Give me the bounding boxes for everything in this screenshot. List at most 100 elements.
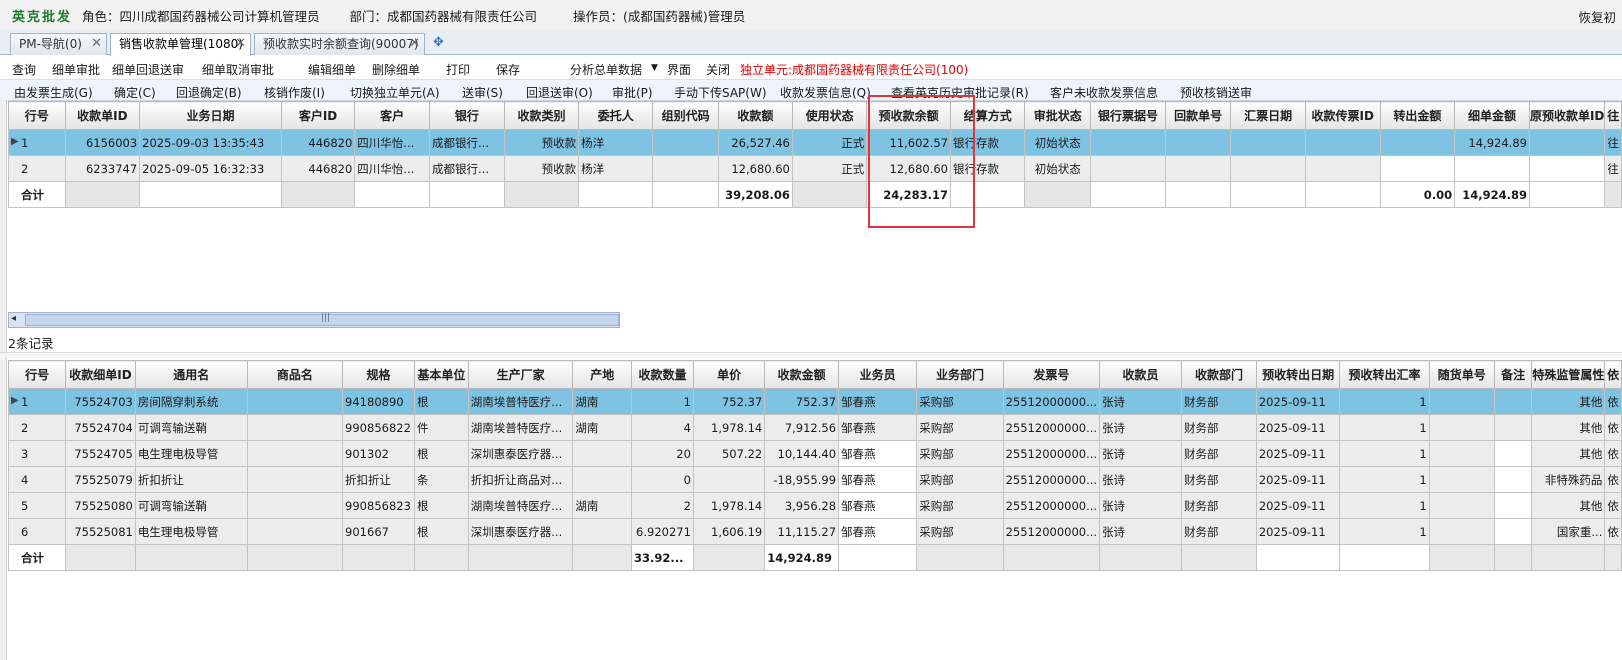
sales-dept-cell[interactable]: 采购部 bbox=[916, 440, 1004, 467]
special-attr-cell[interactable]: 国家重... bbox=[1531, 518, 1606, 545]
column-header[interactable]: 随货单号 bbox=[1428, 360, 1495, 389]
invoice-cell[interactable]: 25512000000... bbox=[1002, 440, 1101, 467]
remark-cell[interactable] bbox=[1493, 440, 1533, 467]
column-header[interactable]: 产地 bbox=[572, 360, 633, 389]
tab-sales-receipt[interactable]: 销售收款单管理(1080) ✕ bbox=[110, 33, 251, 56]
amount-cell[interactable]: 7,912.56 bbox=[764, 414, 840, 441]
salesman-cell[interactable]: 邹春燕 bbox=[838, 466, 918, 493]
unit-cell[interactable]: 件 bbox=[413, 414, 469, 441]
amount-cell[interactable]: 3,956.28 bbox=[764, 492, 840, 519]
column-header[interactable]: 收款额 bbox=[717, 101, 793, 130]
detail-amount-cell[interactable] bbox=[1454, 155, 1530, 182]
ship-no-cell[interactable] bbox=[1428, 492, 1495, 519]
column-header[interactable]: 收款员 bbox=[1099, 360, 1183, 389]
table-row[interactable]: ▶ 1 6156003 2025-09-03 13:35:43 446820 四川… bbox=[8, 129, 1622, 156]
special-attr-cell[interactable]: 其他 bbox=[1531, 388, 1606, 415]
close-icon[interactable]: ✕ bbox=[409, 34, 420, 54]
special-attr-cell[interactable]: 其他 bbox=[1531, 492, 1606, 519]
invoice-cell[interactable]: 25512000000... bbox=[1002, 518, 1101, 545]
origin-cell[interactable]: 湖南 bbox=[572, 492, 633, 519]
special-attr-cell[interactable]: 其他 bbox=[1531, 440, 1606, 467]
product-name-cell[interactable] bbox=[246, 440, 344, 467]
column-header[interactable]: 通用名 bbox=[134, 360, 248, 389]
column-header[interactable]: 收款数量 bbox=[631, 360, 694, 389]
voucher-id-cell[interactable] bbox=[1304, 129, 1381, 156]
table-row[interactable]: 3 75524705 电生理电极导管 901302 根深圳惠泰医疗器... 20 507.2… bbox=[7, 440, 1622, 467]
column-header[interactable]: 审批状态 bbox=[1024, 101, 1092, 130]
cashier-cell[interactable]: 张诗 bbox=[1099, 414, 1183, 441]
table-row[interactable]: 4 75525079 折扣折让 折扣折让条折扣折让商品对... 0 -18,955.99 邹… bbox=[7, 466, 1622, 493]
column-header[interactable]: 组别代码 bbox=[652, 101, 719, 130]
unit-cell[interactable]: 根 bbox=[413, 492, 469, 519]
column-header[interactable]: 特殊监管属性 bbox=[1531, 360, 1606, 389]
receipt-id-cell[interactable]: 6233747 bbox=[64, 155, 141, 182]
invoice-cell[interactable]: 25512000000... bbox=[1002, 414, 1101, 441]
customer-cell[interactable]: 四川华怡... bbox=[354, 155, 431, 182]
transfer-amount-cell[interactable] bbox=[1379, 129, 1456, 156]
detail-id-cell[interactable]: 75524705 bbox=[65, 440, 136, 467]
submit-review-button[interactable]: 送审(S) bbox=[462, 84, 503, 101]
table-row[interactable]: 6 75525081 电生理电极导管 901667 根深圳惠泰医疗器... 6.92027… bbox=[7, 518, 1622, 545]
origin-cell[interactable] bbox=[572, 518, 633, 545]
column-header[interactable]: 规格 bbox=[342, 360, 415, 389]
out-date-cell[interactable]: 2025-09-11 bbox=[1255, 388, 1341, 415]
out-date-cell[interactable]: 2025-09-11 bbox=[1255, 440, 1341, 467]
cashier-cell[interactable]: 张诗 bbox=[1099, 466, 1183, 493]
column-header[interactable]: 收款类别 bbox=[503, 101, 580, 130]
tab-pm-nav[interactable]: PM-导航(0) ✕ bbox=[10, 33, 107, 55]
bank-bill-cell[interactable] bbox=[1090, 129, 1166, 156]
prepay-balance-cell[interactable]: 12,680.60 bbox=[866, 155, 951, 182]
ship-no-cell[interactable] bbox=[1428, 414, 1495, 441]
detail-cancel-button[interactable]: 细单取消审批 bbox=[202, 61, 274, 78]
orig-id-cell[interactable] bbox=[1528, 155, 1606, 182]
product-name-cell[interactable] bbox=[246, 492, 344, 519]
maker-cell[interactable]: 湖南埃普特医疗... bbox=[467, 388, 574, 415]
cashier-dept-cell[interactable]: 财务部 bbox=[1181, 414, 1257, 441]
table-row[interactable]: 2 75524704 可调弯输送鞘 990856822 件湖南埃普特医疗... 湖南 4 1,… bbox=[7, 414, 1622, 441]
amount-cell[interactable]: 12,680.60 bbox=[717, 155, 793, 182]
maker-cell[interactable]: 湖南埃普特医疗... bbox=[467, 414, 574, 441]
switch-unit-button[interactable]: 切换独立单元(A) bbox=[350, 84, 440, 101]
bank-bill-cell[interactable] bbox=[1090, 155, 1166, 182]
maker-cell[interactable]: 深圳惠泰医疗器... bbox=[467, 440, 574, 467]
delete-detail-button[interactable]: 删除细单 bbox=[372, 61, 420, 78]
column-header[interactable]: 行号 bbox=[8, 101, 66, 130]
extra-cell[interactable]: 依 bbox=[1604, 440, 1622, 467]
column-header[interactable]: 委托人 bbox=[578, 101, 654, 130]
unit-cell[interactable]: 根 bbox=[413, 518, 469, 545]
amount-cell[interactable]: 10,144.40 bbox=[764, 440, 840, 467]
add-tab-icon[interactable]: ✥ bbox=[433, 35, 444, 50]
column-header[interactable]: 往 bbox=[1604, 101, 1622, 130]
column-header[interactable]: 使用状态 bbox=[791, 101, 868, 130]
column-header[interactable]: 转出金额 bbox=[1379, 101, 1456, 130]
column-header[interactable]: 收款部门 bbox=[1181, 360, 1257, 389]
close-button[interactable]: 关闭 bbox=[706, 61, 730, 78]
column-header[interactable]: 回款单号 bbox=[1164, 101, 1232, 130]
detail-amount-cell[interactable]: 14,924.89 bbox=[1454, 129, 1530, 156]
column-header[interactable]: 银行 bbox=[429, 101, 505, 130]
print-button[interactable]: 打印 bbox=[446, 61, 470, 78]
salesman-cell[interactable]: 邹春燕 bbox=[838, 388, 918, 415]
column-header[interactable]: 业务员 bbox=[838, 360, 918, 389]
column-header[interactable]: 行号 bbox=[7, 360, 67, 389]
cashier-dept-cell[interactable]: 财务部 bbox=[1181, 388, 1257, 415]
restore-button[interactable]: 恢复初 bbox=[1578, 7, 1616, 26]
detail-id-cell[interactable]: 75524704 bbox=[65, 414, 136, 441]
analysis-dropdown[interactable]: 分析总单数据 bbox=[570, 61, 642, 78]
column-header[interactable]: 收款单ID bbox=[64, 101, 141, 130]
column-header[interactable]: 业务日期 bbox=[139, 101, 282, 130]
quantity-cell[interactable]: 4 bbox=[631, 414, 694, 441]
column-header[interactable]: 细单金额 bbox=[1454, 101, 1530, 130]
generic-name-cell[interactable]: 可调弯输送鞘 bbox=[134, 414, 248, 441]
group-code-cell[interactable] bbox=[652, 129, 719, 156]
spec-cell[interactable]: 折扣折让 bbox=[342, 466, 415, 493]
extra-cell[interactable]: 往 bbox=[1604, 155, 1622, 182]
table-row[interactable]: 2 6233747 2025-09-05 16:32:33 446820 四川华… bbox=[8, 155, 1622, 182]
agent-cell[interactable]: 杨洋 bbox=[578, 129, 654, 156]
column-header[interactable]: 发票号 bbox=[1002, 360, 1101, 389]
cashier-dept-cell[interactable]: 财务部 bbox=[1181, 440, 1257, 467]
origin-cell[interactable]: 湖南 bbox=[572, 414, 633, 441]
origin-cell[interactable] bbox=[572, 466, 633, 493]
spec-cell[interactable]: 901667 bbox=[342, 518, 415, 545]
column-header[interactable]: 生产厂家 bbox=[467, 360, 574, 389]
